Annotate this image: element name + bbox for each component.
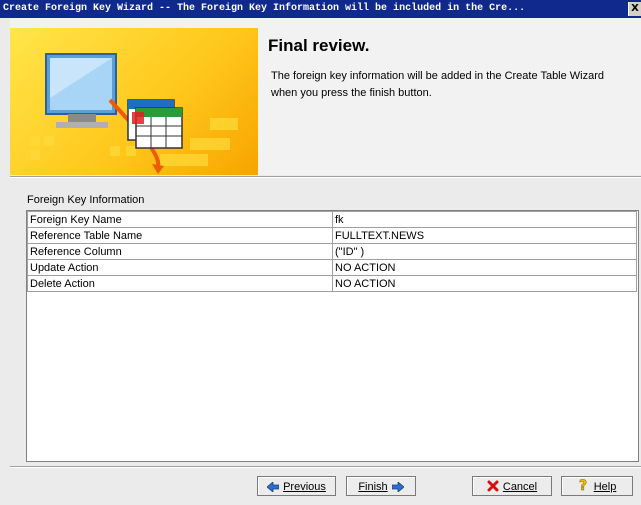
property-value-cell: fk	[332, 211, 637, 228]
footer-divider	[10, 466, 641, 468]
left-rail	[0, 18, 10, 505]
foreign-key-info-table[interactable]: Foreign Key Name fk Reference Table Name…	[26, 210, 639, 462]
window-titlebar: Create Foreign Key Wizard -- The Foreign…	[0, 0, 641, 18]
finish-button-label: Finish	[358, 481, 388, 493]
help-button-label: Help	[593, 481, 617, 493]
property-value-cell: ("ID" )	[332, 243, 637, 260]
wizard-header: Final review. The foreign key informatio…	[10, 18, 641, 175]
table-row[interactable]: Delete Action NO ACTION	[27, 275, 637, 292]
previous-button-label: Previous	[283, 481, 326, 493]
close-button[interactable]: X	[628, 2, 641, 16]
table-row[interactable]: Update Action NO ACTION	[27, 259, 637, 276]
red-x-icon	[487, 479, 499, 499]
table-row[interactable]: Foreign Key Name fk	[27, 211, 637, 228]
finish-button[interactable]: Finish	[346, 476, 416, 496]
property-value-cell: FULLTEXT.NEWS	[332, 227, 637, 244]
help-button[interactable]: ? Help	[561, 476, 633, 496]
page-description: The foreign key information will be adde…	[271, 70, 605, 99]
page-title: Final review.	[268, 36, 370, 55]
arrow-left-icon	[266, 479, 280, 499]
property-name-cell: Foreign Key Name	[27, 211, 333, 228]
property-name-cell: Delete Action	[27, 275, 333, 292]
property-name-cell: Reference Column	[27, 243, 333, 260]
header-divider	[10, 176, 641, 178]
arrow-right-icon	[391, 479, 405, 499]
property-value-cell: NO ACTION	[332, 259, 637, 276]
property-name-cell: Update Action	[27, 259, 333, 276]
section-label: Foreign Key Information	[27, 194, 145, 206]
computer-table-illustration-icon	[30, 53, 238, 174]
table-row[interactable]: Reference Column ("ID" )	[27, 243, 637, 260]
svg-text:?: ?	[579, 478, 587, 492]
window-title: Create Foreign Key Wizard -- The Foreign…	[3, 3, 526, 14]
cancel-button-label: Cancel	[502, 481, 538, 493]
property-value-cell: NO ACTION	[332, 275, 637, 292]
cancel-button[interactable]: Cancel	[472, 476, 552, 496]
question-mark-icon: ?	[578, 478, 590, 499]
table-row[interactable]: Reference Table Name FULLTEXT.NEWS	[27, 227, 637, 244]
previous-button[interactable]: Previous	[257, 476, 336, 496]
property-name-cell: Reference Table Name	[27, 227, 333, 244]
wizard-banner-image	[10, 28, 258, 175]
info-table-grid: Foreign Key Name fk Reference Table Name…	[27, 211, 637, 292]
